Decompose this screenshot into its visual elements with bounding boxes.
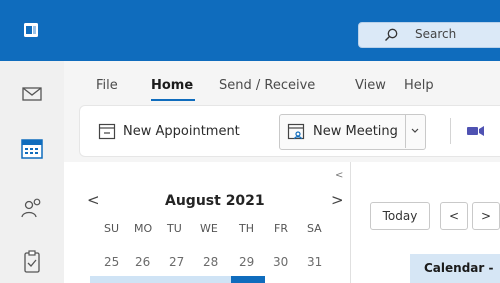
mail-icon[interactable] [18, 82, 46, 106]
new-meeting-label: New Meeting [313, 123, 398, 139]
prev-month-icon[interactable]: < [87, 191, 100, 209]
new-meeting-icon [287, 123, 305, 140]
new-appointment-icon [98, 123, 116, 140]
search-icon [385, 28, 398, 41]
new-appointment-button[interactable]: New Appointment [98, 116, 240, 146]
calendar-icon[interactable] [18, 137, 46, 161]
ribbon: New Appointment New Meeting [79, 105, 500, 157]
tasks-icon[interactable] [18, 250, 46, 274]
calendar-tab-label: Calendar - [424, 261, 494, 275]
pane-divider [350, 162, 351, 283]
tab-send-receive[interactable]: Send / Receive [219, 78, 315, 93]
weekday-label: MO [134, 222, 153, 235]
video-icon[interactable] [466, 124, 486, 138]
chevron-down-icon[interactable] [410, 126, 420, 136]
tab-help[interactable]: Help [404, 78, 434, 93]
calendar-tab[interactable]: Calendar - [410, 254, 500, 283]
calendar-day[interactable]: 27 [169, 255, 184, 269]
tab-file[interactable]: File [96, 78, 118, 93]
calendar-day[interactable]: 28 [203, 255, 218, 269]
ribbon-separator [450, 118, 451, 144]
today-label: Today [382, 209, 418, 223]
search-input[interactable]: Search [415, 27, 456, 41]
next-month-icon[interactable]: > [331, 191, 344, 209]
weekday-label: SA [307, 222, 322, 235]
next-period-button[interactable]: > [472, 202, 500, 230]
calendar-day[interactable]: 30 [273, 255, 288, 269]
prev-period-button[interactable]: < [440, 202, 468, 230]
weekday-label: FR [274, 222, 288, 235]
title-bar: Search [0, 0, 500, 61]
split-divider [405, 114, 406, 148]
search-box[interactable]: Search [358, 22, 500, 48]
weekday-label: SU [104, 222, 120, 235]
calendar-day-selected[interactable]: 29 [239, 255, 254, 269]
calendar-day[interactable]: 26 [135, 255, 150, 269]
weekday-label: TH [239, 222, 254, 235]
new-meeting-button[interactable]: New Meeting [287, 116, 398, 146]
next-arrow: > [480, 209, 492, 223]
prev-arrow: < [448, 209, 460, 223]
people-icon[interactable] [18, 196, 46, 220]
calendar-day[interactable]: 31 [307, 255, 322, 269]
selected-day-highlight [231, 276, 265, 283]
collapse-chevron-icon[interactable]: < [335, 170, 343, 181]
today-button[interactable]: Today [370, 202, 430, 230]
tab-home[interactable]: Home [151, 78, 193, 93]
calendar-day[interactable]: 25 [104, 255, 119, 269]
tab-view[interactable]: View [355, 78, 386, 93]
new-appointment-label: New Appointment [123, 123, 240, 139]
month-title: August 2021 [165, 193, 265, 209]
weekday-label: WE [200, 222, 218, 235]
outlook-app-icon[interactable] [24, 23, 38, 37]
weekday-label: TU [167, 222, 182, 235]
